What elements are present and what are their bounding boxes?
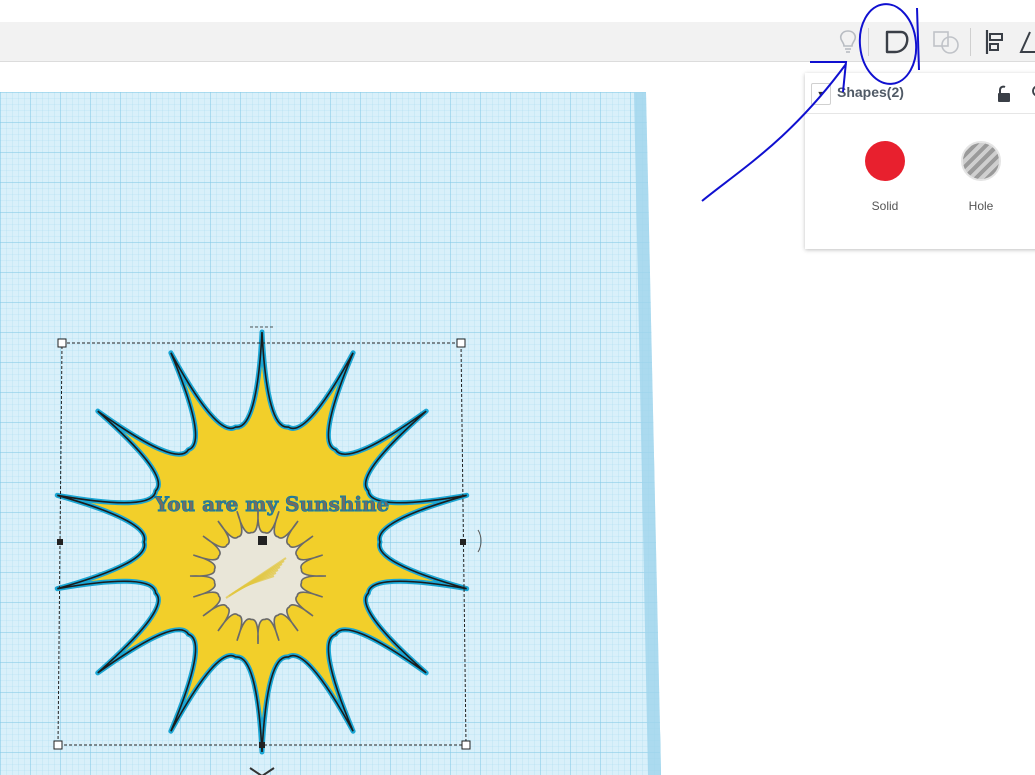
solid-swatch[interactable] — [865, 141, 905, 181]
light-icon[interactable] — [1029, 84, 1035, 102]
inspector-header: ▼ Shapes(2) — [805, 73, 1035, 114]
hole-label: Hole — [968, 199, 994, 213]
hole-swatch[interactable] — [961, 141, 1001, 181]
resize-handle[interactable] — [460, 539, 466, 545]
top-bar — [0, 0, 1035, 22]
hole-option[interactable]: Hole — [951, 141, 1011, 213]
toolbar-divider — [970, 28, 971, 56]
align-icon[interactable] — [980, 22, 1010, 61]
resize-handle[interactable] — [461, 740, 471, 750]
inspector-title: Shapes(2) — [837, 84, 904, 100]
resize-handle[interactable] — [53, 740, 63, 750]
toolbar-divider — [868, 28, 869, 56]
collapse-toggle[interactable]: ▼ — [811, 83, 831, 105]
group-shape-icon[interactable] — [878, 22, 916, 61]
shape-union-icon[interactable] — [928, 22, 964, 61]
mirror-icon[interactable] — [1018, 22, 1035, 61]
lightbulb-icon[interactable] — [832, 22, 864, 61]
solid-option[interactable]: Solid — [855, 141, 915, 213]
resize-handle[interactable] — [57, 539, 63, 545]
resize-handle[interactable] — [259, 742, 265, 748]
resize-handle[interactable] — [57, 338, 67, 348]
toolbar — [0, 22, 1035, 62]
shape-inspector-panel: ▼ Shapes(2) Solid Hole — [805, 73, 1035, 249]
sunshine-text[interactable]: You are my Sunshine — [153, 492, 390, 517]
resize-handle[interactable] — [456, 338, 466, 348]
solid-label: Solid — [871, 199, 899, 213]
height-handle[interactable] — [258, 536, 267, 545]
lock-icon[interactable] — [997, 85, 1011, 103]
